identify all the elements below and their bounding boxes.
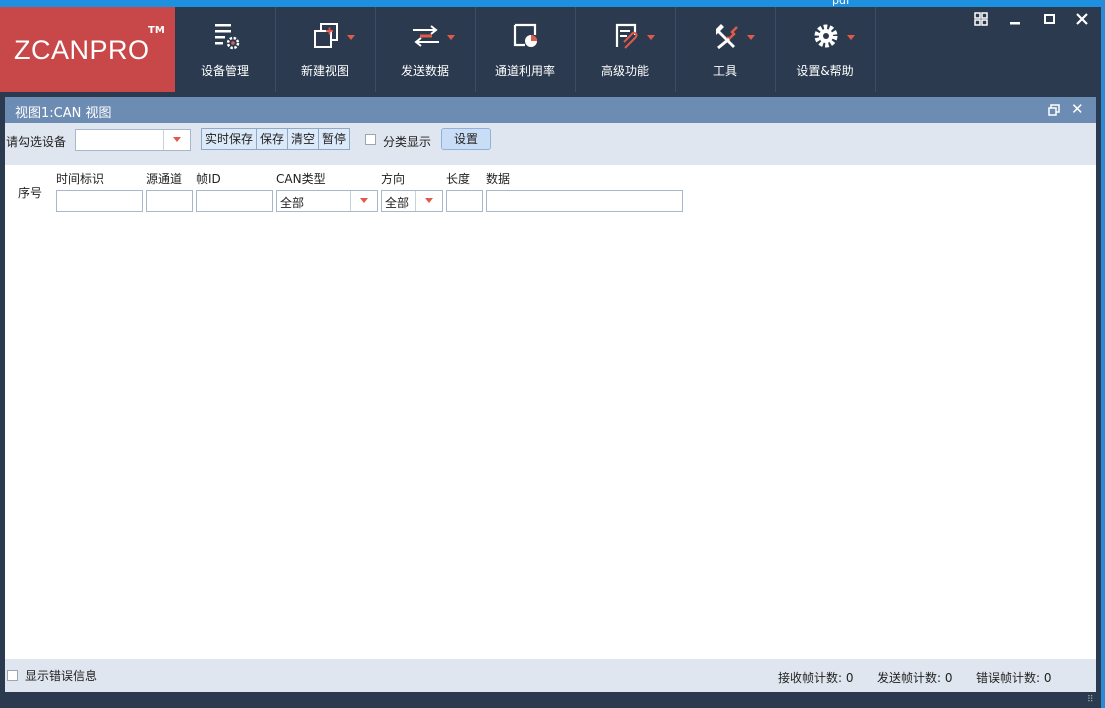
ribbon-label: 新建视图 bbox=[300, 64, 349, 78]
minimize-icon[interactable] bbox=[1006, 12, 1026, 28]
view-title-bar: 视图1:CAN 视图 ✕ bbox=[5, 97, 1096, 123]
show-errors-checkbox[interactable] bbox=[7, 670, 18, 681]
column-header-index: 序号 bbox=[18, 186, 43, 200]
chevron-down-icon[interactable] bbox=[350, 191, 377, 211]
device-select-label: 请勾选设备 bbox=[6, 135, 67, 149]
tools-icon bbox=[716, 24, 738, 50]
ribbon-new-view-button[interactable]: 新建视图 bbox=[275, 7, 376, 92]
column-header-source-channel: 源通道 bbox=[146, 172, 183, 186]
app-bottom-bar bbox=[0, 692, 1101, 708]
ribbon-label: 设置&帮助 bbox=[796, 64, 854, 78]
channel-usage-icon bbox=[513, 23, 537, 47]
chevron-down-icon bbox=[747, 35, 755, 40]
column-header-can-type: CAN类型 bbox=[276, 172, 326, 186]
device-list-gear-icon bbox=[215, 24, 240, 50]
pause-button[interactable]: 暂停 bbox=[319, 129, 349, 149]
data-filter-input[interactable] bbox=[486, 190, 683, 212]
ribbon-send-data-button[interactable]: 发送数据 bbox=[375, 7, 476, 92]
advanced-feature-icon bbox=[615, 23, 638, 49]
view-close-icon[interactable]: ✕ bbox=[1071, 100, 1084, 118]
ribbon-label: 高级功能 bbox=[600, 64, 649, 78]
desktop-background bbox=[1101, 0, 1105, 708]
logo-trademark: TM bbox=[148, 25, 165, 36]
chevron-down-icon bbox=[347, 35, 355, 40]
new-view-icon bbox=[314, 23, 338, 48]
device-select[interactable] bbox=[75, 129, 191, 151]
ribbon-label: 通道利用率 bbox=[494, 64, 555, 78]
column-header-direction: 方向 bbox=[381, 172, 406, 186]
logo-text: ZCANPRO bbox=[14, 35, 150, 65]
maximize-icon[interactable] bbox=[1040, 12, 1060, 28]
layout-grid-icon[interactable] bbox=[972, 12, 992, 28]
view-status-bar: 显示错误信息 接收帧计数: 0 发送帧计数: 0 错误帧计数: 0 bbox=[5, 659, 1096, 689]
ribbon-tools-button[interactable]: 工具 bbox=[675, 7, 776, 92]
ribbon-channel-usage-button[interactable]: 通道利用率 bbox=[475, 7, 576, 92]
app-logo: ZCANPRO TM bbox=[0, 7, 175, 92]
timestamp-filter-input[interactable] bbox=[56, 190, 143, 212]
ribbon-label: 设备管理 bbox=[200, 64, 249, 78]
send-arrows-icon bbox=[413, 25, 439, 47]
chevron-down-icon bbox=[647, 35, 655, 40]
view-title: 视图1:CAN 视图 bbox=[15, 106, 112, 121]
classify-display-label: 分类显示 bbox=[383, 135, 432, 149]
column-header-data: 数据 bbox=[486, 172, 511, 186]
realtime-save-button[interactable]: 实时保存 bbox=[202, 129, 258, 149]
ribbon-label: 工具 bbox=[712, 64, 737, 78]
action-button-group: 实时保存 保存 清空 暂停 bbox=[201, 128, 351, 150]
message-table: 序号 时间标识 源通道 帧ID CAN类型 方向 长度 数据 全部 全部 bbox=[5, 165, 1096, 659]
column-header-timestamp: 时间标识 bbox=[56, 172, 105, 186]
ribbon-label: 发送数据 bbox=[400, 64, 449, 78]
rx-frame-count: 接收帧计数: 0 bbox=[778, 671, 854, 685]
direction-filter-select[interactable]: 全部 bbox=[381, 190, 443, 212]
ribbon-device-manage-button[interactable]: 设备管理 bbox=[175, 7, 276, 92]
frame-id-filter-input[interactable] bbox=[196, 190, 273, 212]
restore-window-icon[interactable] bbox=[1048, 104, 1060, 116]
ribbon-toolbar: ZCANPRO TM 设备管理 新建视图 发送数据 通道利用率 高级功能 工具 … bbox=[0, 7, 1101, 92]
can-view-panel: 视图1:CAN 视图 ✕ 请勾选设备 实时保存 保存 清空 暂停 分类显示 设置 bbox=[5, 97, 1096, 695]
settings-gear-icon bbox=[814, 24, 838, 48]
tx-frame-count: 发送帧计数: 0 bbox=[877, 671, 953, 685]
save-button[interactable]: 保存 bbox=[257, 129, 289, 149]
error-frame-count: 错误帧计数: 0 bbox=[976, 671, 1052, 685]
show-errors-label: 显示错误信息 bbox=[25, 669, 98, 683]
source-channel-filter-input[interactable] bbox=[146, 190, 193, 212]
can-type-filter-value: 全部 bbox=[280, 196, 305, 210]
zcanpro-window: ZCANPRO TM 设备管理 新建视图 发送数据 通道利用率 高级功能 工具 … bbox=[0, 7, 1101, 708]
clear-button[interactable]: 清空 bbox=[288, 129, 320, 149]
close-icon[interactable] bbox=[1072, 12, 1092, 28]
direction-filter-value: 全部 bbox=[385, 196, 410, 210]
ribbon-advanced-button[interactable]: 高级功能 bbox=[575, 7, 676, 92]
can-type-filter-select[interactable]: 全部 bbox=[276, 190, 378, 212]
column-header-length: 长度 bbox=[446, 172, 471, 186]
desktop-file-label[interactable]: pdf bbox=[832, 0, 850, 7]
chevron-down-icon[interactable] bbox=[415, 191, 442, 211]
view-toolbar: 请勾选设备 实时保存 保存 清空 暂停 分类显示 设置 bbox=[5, 123, 1096, 157]
ribbon-settings-help-button[interactable]: 设置&帮助 bbox=[775, 7, 876, 92]
chevron-down-icon bbox=[447, 35, 455, 40]
settings-button[interactable]: 设置 bbox=[441, 128, 491, 150]
resize-grip-icon[interactable]: ⠿ bbox=[1087, 695, 1094, 705]
column-header-frame-id: 帧ID bbox=[196, 172, 221, 186]
chevron-down-icon bbox=[847, 35, 855, 40]
chevron-down-icon[interactable] bbox=[163, 130, 190, 150]
classify-display-checkbox[interactable] bbox=[365, 134, 376, 145]
length-filter-input[interactable] bbox=[446, 190, 483, 212]
